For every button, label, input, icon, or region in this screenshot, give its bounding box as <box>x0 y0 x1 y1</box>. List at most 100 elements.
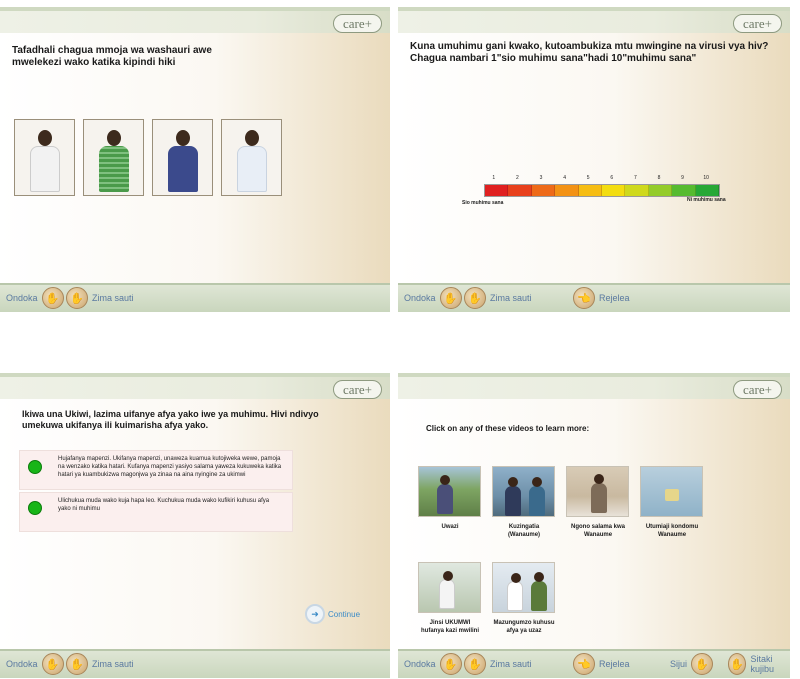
scale-number: 8 <box>657 175 661 181</box>
hand-icon: 👈 <box>573 653 595 675</box>
dont-know-label: Sijui <box>670 659 688 669</box>
leave-label: Ondoka <box>404 293 436 303</box>
video-item[interactable]: Utumiaji kondomu Wanaume <box>640 466 704 539</box>
scale-number: 2 <box>516 175 519 181</box>
person-icon <box>439 571 455 609</box>
feedback-item: Ulichukua muda wako kuja hapa leo. Kuchu… <box>19 492 293 532</box>
header-bar: care+ <box>398 7 790 33</box>
scale-cell-5[interactable] <box>578 185 603 196</box>
care-logo: care+ <box>733 14 782 33</box>
advisor-photo-4[interactable] <box>221 119 282 196</box>
person-icon <box>25 130 65 192</box>
continue-label: Continue <box>328 609 361 619</box>
scale-cell-4[interactable] <box>555 185 579 196</box>
hand-icon: ✋ <box>66 653 88 675</box>
mute-button[interactable]: ✋ Zima sauti <box>464 287 532 309</box>
person-icon <box>505 477 521 516</box>
scale-label-low: Sio muhimu sana <box>462 200 504 206</box>
feedback-item: Hujafanya mapenzi. Ukifanya mapenzi, una… <box>19 450 293 490</box>
leave-label: Ondoka <box>6 293 38 303</box>
scale-number: 6 <box>610 175 614 181</box>
video-item[interactable]: Jinsi UKUMWI hufanya kazi mwilini <box>418 562 482 635</box>
leave-button[interactable]: Ondoka ✋ <box>6 653 64 675</box>
advisor-list <box>14 119 282 196</box>
care-logo: care+ <box>733 380 782 399</box>
scale-numbers: 1 2 3 4 5 6 7 8 9 10 <box>482 175 718 181</box>
advisor-photo-1[interactable] <box>14 119 75 196</box>
panel-choose-advisor: care+ Tafadhali chagua mmoja wa washauri… <box>0 7 390 312</box>
rating-scale <box>484 184 720 197</box>
continue-button[interactable]: ➜ Continue <box>305 604 360 624</box>
scale-number: 4 <box>563 175 566 181</box>
video-item[interactable]: Ngono salama kwa Wanaume <box>566 466 630 539</box>
person-icon <box>591 474 607 513</box>
scale-cell-3[interactable] <box>531 185 556 196</box>
hand-icon: ✋ <box>464 653 486 675</box>
hand-icon: ✋ <box>691 653 714 675</box>
decline-button[interactable]: ✋ Sitaki kujibu <box>728 653 790 675</box>
care-logo: care+ <box>333 14 382 33</box>
video-item[interactable]: Kuzingatia (Wanaume) <box>492 466 556 539</box>
leave-button[interactable]: Ondoka ✋ <box>6 287 64 309</box>
hand-icon: ✋ <box>439 287 462 309</box>
hand-icon: ✋ <box>464 287 486 309</box>
scale-number: 1 <box>492 175 496 181</box>
condom-package-icon <box>665 489 679 501</box>
footer-bar: Ondoka ✋ ✋ Zima sauti <box>0 649 390 678</box>
question-text: Kuna umuhimu gani kwako, kutoambukiza mt… <box>410 41 769 64</box>
advisor-photo-2[interactable] <box>83 119 144 196</box>
header-bar: care+ <box>0 7 390 33</box>
footer-bar: Ondoka ✋ ✋ Zima sauti <box>0 283 390 312</box>
video-caption: Jinsi UKUMWI hufanya kazi mwilini <box>420 620 479 634</box>
scale-cell-7[interactable] <box>625 185 649 196</box>
person-icon <box>163 130 203 192</box>
page-heading: Click on any of these videos to learn mo… <box>426 424 590 433</box>
hand-icon: 👈 <box>573 287 595 309</box>
scale-cell-1[interactable] <box>485 185 509 196</box>
back-button[interactable]: 👈 Rejelea <box>573 653 630 675</box>
panel-video-list: care+ Click on any of these videos to le… <box>398 373 790 678</box>
hand-icon: ✋ <box>728 653 747 675</box>
hand-icon: ✋ <box>41 653 64 675</box>
arrow-right-icon: ➜ <box>305 604 325 624</box>
dont-know-button[interactable]: Sijui ✋ <box>670 653 714 675</box>
video-thumbnail <box>640 466 703 517</box>
mute-button[interactable]: ✋ Zima sauti <box>66 287 134 309</box>
mute-label: Zima sauti <box>490 293 532 303</box>
video-caption: Kuzingatia (Wanaume) <box>507 524 541 538</box>
leave-button[interactable]: Ondoka ✋ <box>404 287 462 309</box>
back-button[interactable]: 👈 Rejelea <box>573 287 630 309</box>
green-circle-icon <box>28 501 42 515</box>
leave-button[interactable]: Ondoka ✋ <box>404 653 462 675</box>
mute-button[interactable]: ✋ Zima sauti <box>464 653 532 675</box>
video-item[interactable]: Uwazi <box>418 466 482 531</box>
video-thumbnail <box>492 466 555 517</box>
footer-bar: Ondoka ✋ ✋ Zima sauti 👈 Rejelea <box>398 283 790 312</box>
scale-number: 3 <box>539 175 543 181</box>
mute-label: Zima sauti <box>490 659 532 669</box>
video-thumbnail <box>418 466 481 517</box>
back-label: Rejelea <box>599 659 630 669</box>
scale-number: 7 <box>633 175 637 181</box>
scale-cell-10[interactable] <box>695 185 720 196</box>
person-icon <box>531 572 547 611</box>
page-title: Tafadhali chagua mmoja wa washauri awe m… <box>12 45 212 68</box>
scale-number: 5 <box>586 175 590 181</box>
scale-cell-6[interactable] <box>602 185 626 196</box>
scale-cell-2[interactable] <box>508 185 532 196</box>
scale-label-high: Ni muhimu sana <box>687 197 726 203</box>
video-thumbnail <box>418 562 481 613</box>
video-caption: Mazungumzo kuhusu afya ya uzaz <box>493 620 555 634</box>
panel-importance-rating: care+ Kuna umuhimu gani kwako, kutoambuk… <box>398 7 790 312</box>
feedback-text: Ulichukua muda wako kuja hapa leo. Kuchu… <box>58 498 270 512</box>
video-item[interactable]: Mazungumzo kuhusu afya ya uzaz <box>492 562 556 635</box>
green-circle-icon <box>28 460 42 474</box>
scale-cell-8[interactable] <box>648 185 673 196</box>
advisor-photo-3[interactable] <box>152 119 213 196</box>
scale-cell-9[interactable] <box>672 185 696 196</box>
video-thumbnail <box>566 466 629 517</box>
video-caption: Ngono salama kwa Wanaume <box>570 524 626 538</box>
mute-button[interactable]: ✋ Zima sauti <box>66 653 134 675</box>
back-label: Rejelea <box>599 293 630 303</box>
leave-label: Ondoka <box>6 659 38 669</box>
